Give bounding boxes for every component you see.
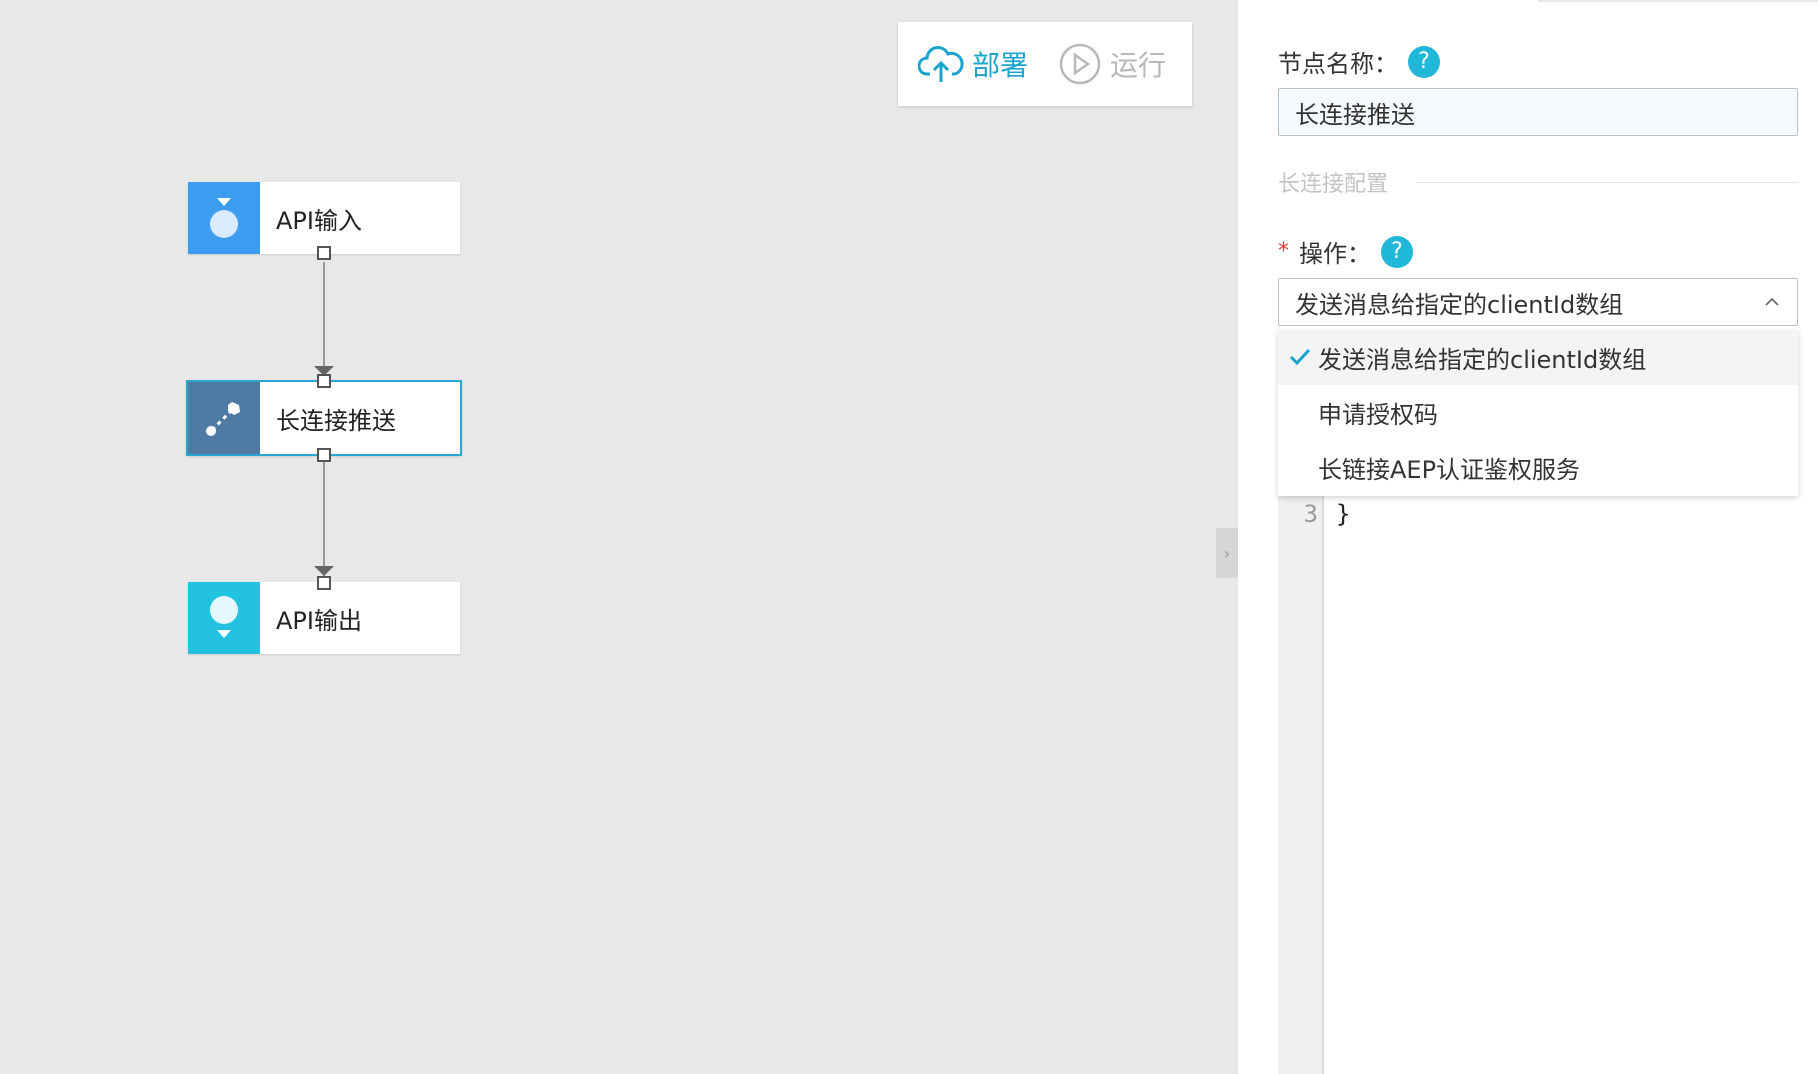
dropdown-option-label: 长链接AEP认证鉴权服务 <box>1318 456 1581 484</box>
edge-arrow <box>314 566 334 576</box>
chevron-right-icon: › <box>1223 543 1231 563</box>
output-port[interactable] <box>317 246 331 260</box>
dropdown-option-label: 发送消息给指定的clientId数组 <box>1318 346 1647 374</box>
run-label: 运行 <box>1110 49 1167 82</box>
edge-input-to-push <box>323 262 325 380</box>
node-label: API输入 <box>276 206 362 235</box>
node-api-input[interactable]: API输入 <box>188 182 460 254</box>
operation-field-label: * 操作： ? <box>1278 234 1413 269</box>
node-label: 长连接推送 <box>276 406 396 435</box>
deploy-label: 部署 <box>972 49 1029 82</box>
required-asterisk-icon: * <box>1278 239 1289 264</box>
api-output-icon <box>188 582 260 654</box>
node-long-connection-push[interactable]: 长连接推送 <box>186 380 462 456</box>
check-icon <box>1289 348 1311 366</box>
node-api-output[interactable]: API输出 <box>188 582 460 654</box>
code-gutter <box>1278 470 1324 1074</box>
panel-collapse-handle[interactable]: › <box>1216 528 1238 578</box>
line-number: 3 <box>1303 500 1318 528</box>
panel-top-divider <box>1538 0 1818 2</box>
cloud-upload-icon <box>918 46 964 82</box>
play-circle-icon <box>1059 43 1101 85</box>
node-name-field-label: 节点名称： ? <box>1278 44 1440 79</box>
node-name-label: 节点名称： <box>1278 50 1398 78</box>
input-port[interactable] <box>317 576 331 590</box>
code-line[interactable]: } <box>1336 500 1350 528</box>
properties-panel: 节点名称： ? 长连接配置 * 操作： ? 发送消息给指定的clientId数组… <box>1238 0 1818 1074</box>
node-name-input[interactable] <box>1278 88 1798 136</box>
operation-select-value: 发送消息给指定的clientId数组 <box>1295 290 1624 319</box>
dropdown-option[interactable]: 长链接AEP认证鉴权服务 <box>1278 440 1798 495</box>
help-icon[interactable]: ? <box>1408 45 1440 78</box>
deploy-button[interactable]: 部署 <box>918 44 1028 84</box>
section-title: 长连接配置 <box>1278 172 1389 197</box>
dropdown-option[interactable]: 发送消息给指定的clientId数组 <box>1278 330 1798 385</box>
operation-select[interactable]: 发送消息给指定的clientId数组 <box>1278 278 1798 326</box>
connection-push-icon <box>188 382 260 454</box>
chevron-up-icon <box>1765 297 1779 306</box>
section-divider <box>1416 182 1798 183</box>
node-label: API输出 <box>276 606 362 635</box>
toolbar: 部署 运行 <box>898 22 1192 106</box>
dropdown-option-label: 申请授权码 <box>1318 401 1438 429</box>
flow-canvas[interactable]: 部署 运行 API输入 长连接推送 API输出 › <box>0 0 1238 1074</box>
output-port[interactable] <box>317 448 331 462</box>
dropdown-option[interactable]: 申请授权码 <box>1278 385 1798 440</box>
help-icon[interactable]: ? <box>1381 235 1413 268</box>
operation-label: 操作： <box>1299 240 1371 268</box>
run-button[interactable]: 运行 <box>1058 42 1166 86</box>
edge-push-to-output <box>323 460 325 582</box>
api-input-icon <box>188 182 260 254</box>
code-editor[interactable]: 3 } <box>1278 470 1798 1074</box>
operation-dropdown-menu: 发送消息给指定的clientId数组 申请授权码 长链接AEP认证鉴权服务 <box>1278 330 1798 496</box>
input-port[interactable] <box>317 374 331 388</box>
